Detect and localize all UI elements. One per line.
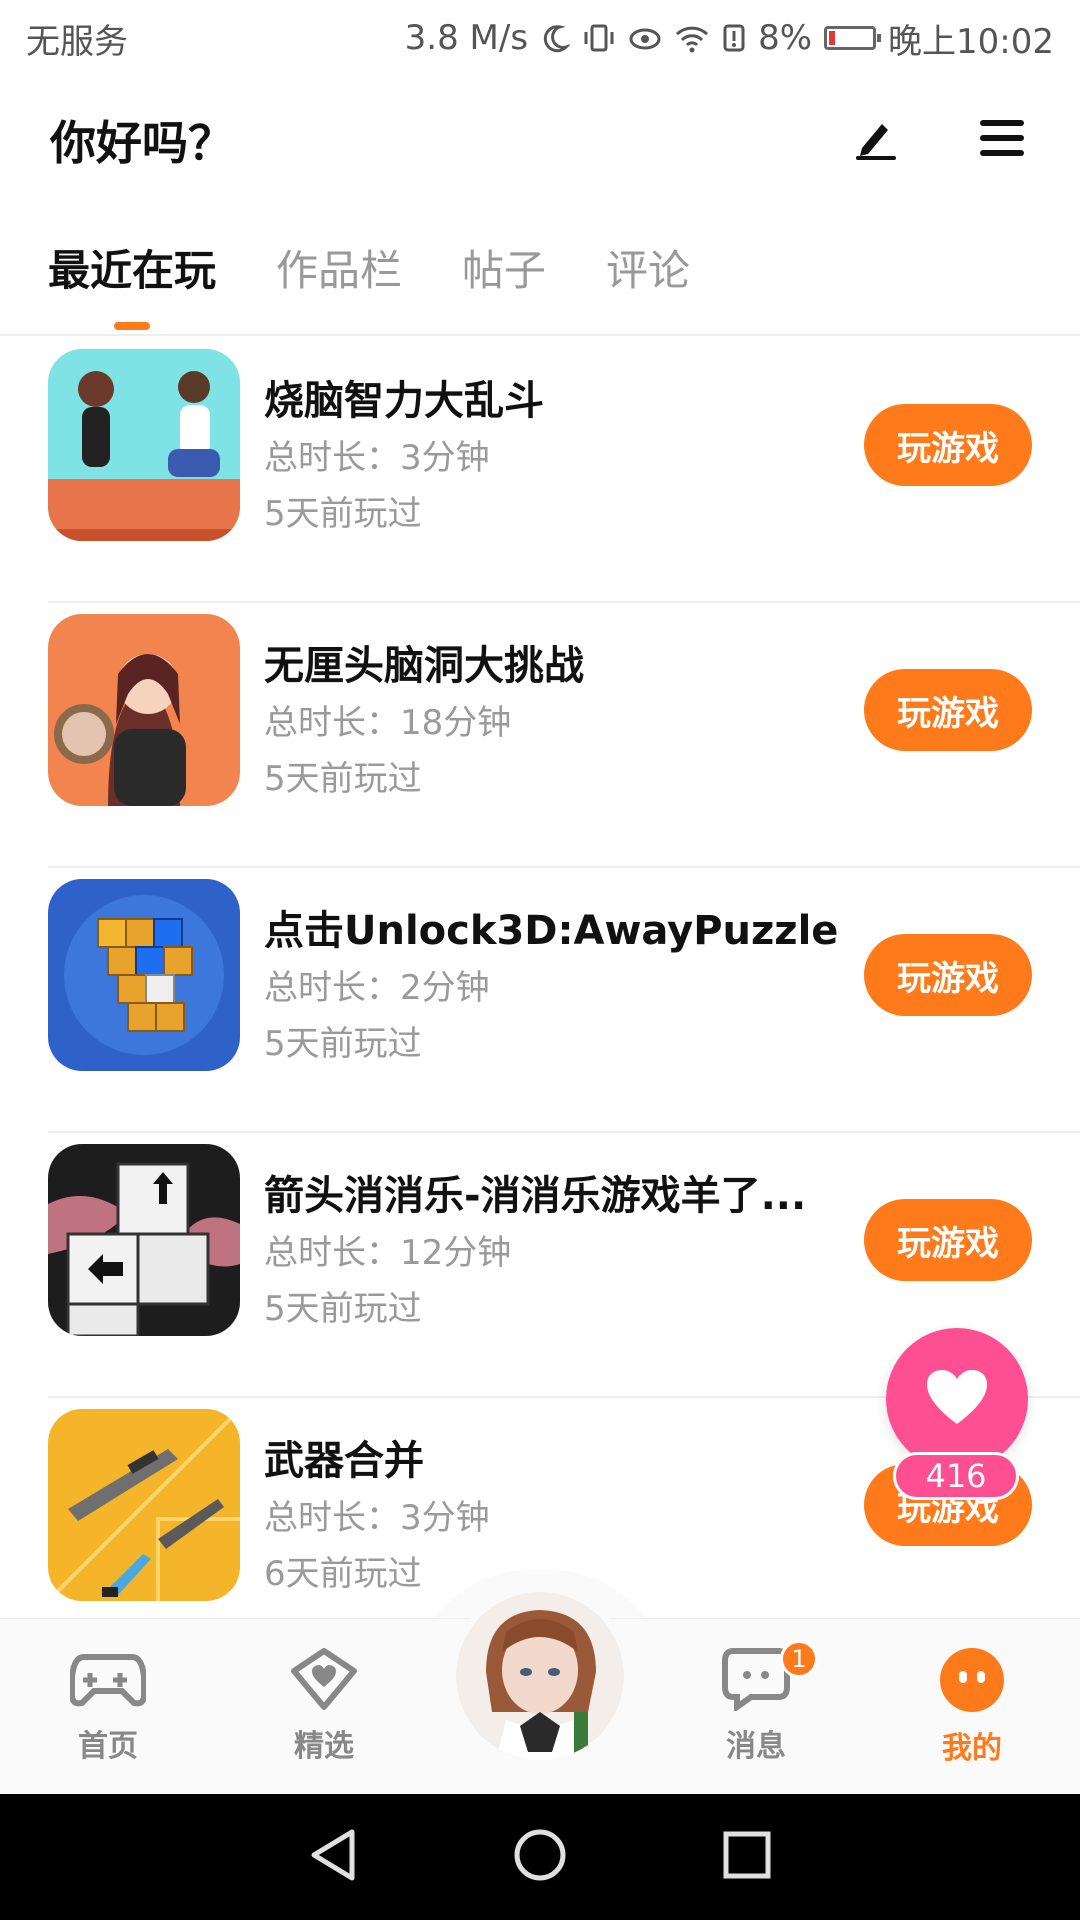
play-duration: 总时长：12分钟	[264, 1233, 512, 1273]
tab-recent[interactable]: 最近在玩	[48, 230, 216, 330]
play-duration: 总时长：2分钟	[264, 968, 490, 1008]
system-nav-bar	[0, 1794, 1080, 1920]
page-title: 你好吗？	[50, 116, 234, 170]
game-thumbnail[interactable]	[48, 614, 240, 806]
nav-label: 精选	[294, 1729, 354, 1764]
play-game-button[interactable]: 玩游戏	[864, 934, 1032, 1016]
list-item[interactable]: 无厘头脑洞大挑战 总时长：18分钟 5天前玩过 玩游戏	[48, 603, 1080, 868]
tab-label: 帖子	[462, 246, 547, 295]
game-name: 无厘头脑洞大挑战	[264, 643, 584, 689]
last-played: 5天前玩过	[264, 1289, 422, 1329]
game-name: 武器合并	[264, 1438, 424, 1484]
gamepad-icon	[69, 1647, 147, 1715]
last-played: 5天前玩过	[264, 494, 422, 534]
nav-home[interactable]: 首页	[38, 1647, 178, 1767]
game-thumbnail[interactable]	[48, 1144, 240, 1336]
heart-icon	[925, 1368, 989, 1430]
play-game-button[interactable]: 玩游戏	[864, 669, 1032, 751]
play-duration: 总时长：18分钟	[264, 703, 512, 743]
tab-label: 评论	[606, 246, 691, 295]
tab-label: 最近在玩	[48, 246, 217, 295]
last-played: 5天前玩过	[264, 1024, 422, 1064]
like-count: 416	[893, 1452, 1019, 1500]
last-played: 6天前玩过	[264, 1554, 422, 1594]
last-played: 5天前玩过	[264, 759, 422, 799]
home-icon[interactable]	[513, 1828, 567, 1886]
nav-label: 消息	[726, 1729, 786, 1764]
heart-badge-icon	[288, 1647, 360, 1715]
game-name: 点击Unlock3D:AwayPuzzle	[264, 908, 839, 954]
header-actions	[848, 112, 1030, 168]
alert-icon	[722, 23, 746, 53]
tab-label: 作品栏	[276, 246, 403, 295]
game-name: 烧脑智力大乱斗	[264, 378, 544, 424]
nav-profile[interactable]: 我的	[902, 1647, 1042, 1767]
recents-icon[interactable]	[722, 1830, 772, 1884]
nav-label: 我的	[942, 1731, 1002, 1766]
message-badge: 1	[780, 1640, 818, 1678]
pen-icon	[852, 114, 900, 166]
nav-featured[interactable]: 精选	[254, 1647, 394, 1767]
menu-button[interactable]	[974, 112, 1030, 168]
menu-icon	[978, 116, 1026, 164]
profile-face-icon	[939, 1647, 1005, 1717]
tab-comments[interactable]: 评论	[606, 230, 690, 330]
vibrate-icon	[582, 23, 616, 53]
nav-label: 首页	[78, 1729, 138, 1764]
play-game-button[interactable]: 玩游戏	[864, 404, 1032, 486]
list-item[interactable]: 烧脑智力大乱斗 总时长：3分钟 5天前玩过 玩游戏	[48, 338, 1080, 603]
game-thumbnail[interactable]	[48, 349, 240, 541]
battery-icon	[824, 26, 882, 50]
edit-button[interactable]	[848, 112, 904, 168]
tab-posts[interactable]: 帖子	[462, 230, 546, 330]
status-icons: 3.8 M/s 8% 晚上10:02	[405, 14, 1054, 63]
tab-works[interactable]: 作品栏	[276, 230, 402, 330]
back-icon[interactable]	[308, 1828, 358, 1886]
play-duration: 总时长：3分钟	[264, 438, 490, 478]
profile-header: 你好吗？	[0, 90, 1080, 190]
game-thumbnail[interactable]	[48, 1409, 240, 1601]
play-duration: 总时长：3分钟	[264, 1498, 490, 1538]
avatar[interactable]	[456, 1592, 624, 1760]
game-thumbnail[interactable]	[48, 879, 240, 1071]
eye-icon	[628, 23, 662, 53]
like-fab[interactable]	[886, 1328, 1028, 1470]
moon-icon	[540, 23, 571, 53]
profile-tabs: 最近在玩 作品栏 帖子 评论	[0, 230, 1080, 336]
network-speed: 3.8 M/s	[404, 18, 529, 58]
list-item[interactable]: 点击Unlock3D:AwayPuzzle 总时长：2分钟 5天前玩过 玩游戏	[48, 868, 1080, 1133]
play-game-button[interactable]: 玩游戏	[864, 1199, 1032, 1281]
game-name: 箭头消消乐-消消乐游戏羊了...	[264, 1173, 807, 1219]
tab-indicator	[114, 322, 150, 330]
status-bar: 无服务 3.8 M/s 8% 晚上10:02	[0, 0, 1080, 76]
wifi-icon	[674, 23, 710, 53]
carrier-label: 无服务	[26, 21, 128, 62]
battery-percent: 8%	[758, 18, 813, 58]
clock: 晚上10:02	[888, 21, 1054, 62]
